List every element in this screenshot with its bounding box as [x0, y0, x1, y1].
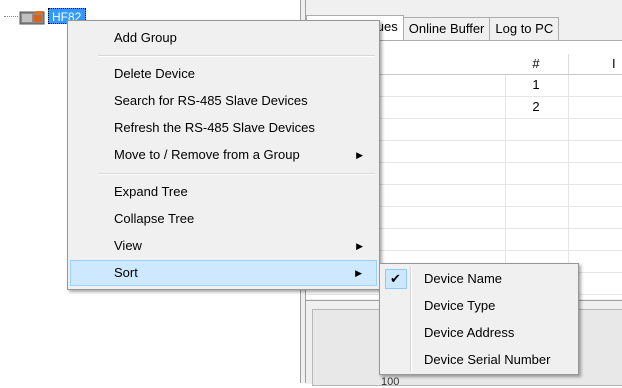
column-divider[interactable]	[568, 54, 569, 74]
menu-item-view[interactable]: View ▶	[70, 233, 377, 259]
sort-by-device-serial[interactable]: Device Serial Number	[382, 347, 576, 373]
menu-item-label: Expand Tree	[114, 184, 188, 199]
sort-submenu: ✔ Device Name Device Type Device Address…	[379, 263, 579, 375]
menu-item-label: Sort	[114, 265, 138, 280]
menu-separator	[98, 173, 375, 175]
menu-item-delete-device[interactable]: Delete Device	[70, 61, 377, 87]
menu-separator	[98, 55, 375, 57]
menu-item-search-slaves[interactable]: Search for RS-485 Slave Devices	[70, 88, 377, 114]
tab-online-buffer[interactable]: Online Buffer	[402, 17, 491, 41]
sort-by-device-name[interactable]: ✔ Device Name	[382, 266, 576, 292]
menu-item-move-group[interactable]: Move to / Remove from a Group ▶	[70, 142, 377, 168]
tree-connector-line	[4, 16, 18, 17]
submenu-arrow-icon: ▶	[355, 268, 362, 278]
row-number: 1	[532, 77, 540, 92]
context-menu: Add Group Delete Device Search for RS-48…	[67, 20, 380, 290]
column-header-number[interactable]: #	[506, 56, 566, 71]
menu-item-label: Collapse Tree	[114, 211, 195, 226]
submenu-arrow-icon: ▶	[356, 241, 363, 251]
menu-item-label: Delete Device	[114, 66, 195, 81]
axis-label: 100	[381, 376, 400, 388]
menu-item-refresh-slaves[interactable]: Refresh the RS-485 Slave Devices	[70, 115, 377, 141]
menu-item-sort[interactable]: Sort ▶	[70, 260, 377, 286]
menu-item-expand-tree[interactable]: Expand Tree	[70, 179, 377, 205]
menu-item-label: Add Group	[114, 30, 177, 45]
menu-item-label: Device Address	[424, 325, 515, 340]
menu-item-add-group[interactable]: Add Group	[70, 25, 377, 51]
menu-item-label: Move to / Remove from a Group	[114, 147, 300, 162]
menu-item-label: View	[114, 238, 142, 253]
sort-by-device-address[interactable]: Device Address	[382, 320, 576, 346]
device-icon	[19, 11, 45, 25]
menu-item-label: Device Type	[424, 298, 496, 313]
menu-item-collapse-tree[interactable]: Collapse Tree	[70, 206, 377, 232]
menu-item-label: Device Serial Number	[424, 352, 551, 367]
menu-item-label: Search for RS-485 Slave Devices	[114, 93, 308, 108]
checkmark-icon: ✔	[390, 271, 401, 286]
sort-by-device-type[interactable]: Device Type	[382, 293, 576, 319]
menu-item-label: Refresh the RS-485 Slave Devices	[114, 120, 315, 135]
column-header-next[interactable]: I	[612, 56, 616, 71]
submenu-arrow-icon: ▶	[356, 150, 363, 160]
tab-log-to-pc[interactable]: Log to PC	[489, 17, 560, 41]
row-number: 2	[532, 99, 540, 114]
menu-item-label: Device Name	[424, 271, 503, 286]
